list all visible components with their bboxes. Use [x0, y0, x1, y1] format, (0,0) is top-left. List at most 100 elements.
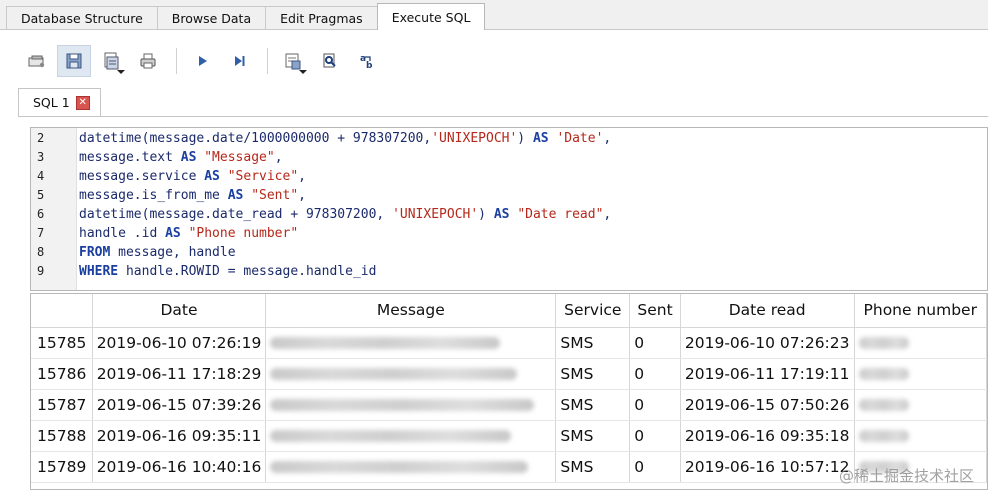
service-cell[interactable]: SMS — [555, 358, 631, 390]
string-token: "Message" — [204, 150, 275, 165]
date-read-cell[interactable]: 2019-06-16 10:57:12 — [680, 451, 855, 483]
code-text: message.service AS "Service", — [79, 167, 306, 186]
watermark: @稀土掘金技术社区 — [838, 467, 974, 485]
results-grid[interactable]: Date Message Service Sent Date read Phon… — [30, 293, 988, 490]
message-cell[interactable] — [265, 451, 557, 483]
date-read-cell[interactable]: 2019-06-16 09:35:18 — [680, 420, 855, 452]
service-cell[interactable]: SMS — [555, 420, 631, 452]
phone-number-cell[interactable] — [854, 358, 987, 390]
line-number: 3 — [37, 150, 45, 164]
keyword-token: WHERE — [79, 264, 119, 279]
date-read-cell[interactable]: 2019-06-15 07:50:26 — [680, 389, 855, 421]
date-cell[interactable]: 2019-06-16 10:40:16 — [92, 451, 267, 483]
redacted-content — [858, 429, 909, 442]
find-button[interactable] — [313, 45, 347, 77]
tab-edit-pragmas[interactable]: Edit Pragmas — [265, 6, 378, 30]
column-header-rownum[interactable] — [31, 294, 93, 328]
line-number: 2 — [37, 131, 45, 145]
save-sql-button[interactable] — [57, 45, 91, 77]
column-header-date-read[interactable]: Date read — [680, 294, 855, 328]
close-icon[interactable]: ✕ — [75, 95, 90, 110]
date-cell[interactable]: 2019-06-11 17:18:29 — [92, 358, 267, 390]
service-cell[interactable]: SMS — [555, 327, 631, 359]
table-row[interactable]: 15787 2019-06-15 07:39:26 SMS 0 2019-06-15 0… — [31, 389, 987, 421]
execute-all-button[interactable] — [185, 45, 219, 77]
execute-line-button[interactable] — [222, 45, 256, 77]
sent-cell[interactable]: 0 — [629, 451, 681, 483]
service-cell[interactable]: SMS — [555, 451, 631, 483]
sent-cell[interactable]: 0 — [629, 389, 681, 421]
message-cell[interactable] — [265, 420, 557, 452]
sent-cell[interactable]: 0 — [629, 358, 681, 390]
chevron-down-icon — [117, 70, 125, 74]
line-number: 4 — [37, 169, 45, 183]
date-cell[interactable]: 2019-06-10 07:26:19 — [92, 327, 267, 359]
table-row[interactable]: 15788 2019-06-16 09:35:11 SMS 0 2019-06-16 0… — [31, 420, 987, 452]
date-cell[interactable]: 2019-06-15 07:39:26 — [92, 389, 267, 421]
code-token: , — [274, 150, 283, 165]
tab-execute-sql[interactable]: Execute SQL — [376, 3, 486, 30]
column-header-sent[interactable]: Sent — [629, 294, 681, 328]
header-row: Date Message Service Sent Date read Phon… — [31, 294, 987, 328]
column-header-date[interactable]: Date — [92, 294, 267, 328]
code-line[interactable]: 2 datetime(message.date/1000000000 + 9783… — [31, 129, 987, 148]
code-line[interactable]: 4 message.service AS "Service", — [31, 167, 987, 186]
code-token: message.service — [79, 169, 205, 184]
date-read-cell[interactable]: 2019-06-10 07:26:23 — [680, 327, 855, 359]
row-number-cell[interactable]: 15789 — [31, 451, 93, 483]
code-text: message.is_from_me AS "Sent", — [79, 186, 306, 205]
service-cell[interactable]: SMS — [555, 389, 631, 421]
column-header-phone-number[interactable]: Phone number — [854, 294, 987, 328]
sent-cell[interactable]: 0 — [629, 420, 681, 452]
sql-tab-bar: SQL 1 ✕ — [18, 88, 101, 116]
print-button[interactable] — [131, 45, 165, 77]
code-line[interactable]: 3 message.text AS "Message", — [31, 148, 987, 167]
code-line[interactable]: 8 FROM message, handle — [31, 243, 987, 262]
save-results-button[interactable] — [276, 45, 310, 77]
code-token: , — [298, 188, 306, 203]
message-cell[interactable] — [265, 358, 557, 390]
code-line[interactable]: 7 handle .id AS "Phone number" — [31, 224, 987, 243]
phone-number-cell[interactable] — [854, 327, 987, 359]
svg-text:b: b — [366, 61, 373, 71]
string-token: 'UNIXEPOCH' — [431, 131, 518, 146]
row-number-cell[interactable]: 15787 — [31, 389, 93, 421]
save-sql-icon — [66, 53, 82, 69]
table-row[interactable]: 15785 2019-06-10 07:26:19 SMS 0 2019-06-10 0… — [31, 327, 987, 359]
column-header-message[interactable]: Message — [265, 294, 557, 328]
open-tab-button[interactable] — [20, 45, 54, 77]
sql-toolbar: ab — [20, 44, 387, 78]
message-cell[interactable] — [265, 327, 557, 359]
find-replace-button[interactable]: ab — [350, 45, 384, 77]
date-cell[interactable]: 2019-06-16 09:35:11 — [92, 420, 267, 452]
column-header-service[interactable]: Service — [555, 294, 631, 328]
code-token: , — [603, 207, 612, 222]
code-line[interactable]: 6 datetime(message.date_read + 978307200,… — [31, 205, 987, 224]
code-text: FROM message, handle — [79, 243, 236, 262]
redacted-content — [858, 336, 909, 349]
sent-cell[interactable]: 0 — [629, 327, 681, 359]
tab-browse-data[interactable]: Browse Data — [156, 6, 267, 30]
line-number: 9 — [37, 264, 45, 278]
row-number-cell[interactable]: 15786 — [31, 358, 93, 390]
code-token: message.text — [79, 150, 181, 165]
table-row[interactable]: 15786 2019-06-11 17:18:29 SMS 0 2019-06-11 1… — [31, 358, 987, 390]
tab-database-structure[interactable]: Database Structure — [6, 6, 158, 30]
row-number-cell[interactable]: 15785 — [31, 327, 93, 359]
open-file-button[interactable] — [94, 45, 128, 77]
code-token: datetime(message.date/1000000000 + 97830… — [79, 131, 432, 146]
message-cell[interactable] — [265, 389, 557, 421]
row-number-cell[interactable]: 15788 — [31, 420, 93, 452]
execute-all-icon — [199, 56, 207, 66]
string-token: "Service" — [227, 169, 299, 184]
phone-number-cell[interactable] — [854, 420, 987, 452]
phone-number-cell[interactable] — [854, 389, 987, 421]
date-read-cell[interactable]: 2019-06-11 17:19:11 — [680, 358, 855, 390]
code-line[interactable]: 5 message.is_from_me AS "Sent", — [31, 186, 987, 205]
sql-editor[interactable]: 2 datetime(message.date/1000000000 + 9783… — [30, 127, 988, 291]
tab-sql-1[interactable]: SQL 1 ✕ — [18, 88, 101, 116]
keyword-token: AS — [493, 207, 510, 222]
open-tab-icon — [28, 55, 45, 68]
code-line[interactable]: 9 WHERE handle.ROWID = message.handle_id — [31, 262, 987, 281]
line-number: 8 — [37, 245, 45, 259]
